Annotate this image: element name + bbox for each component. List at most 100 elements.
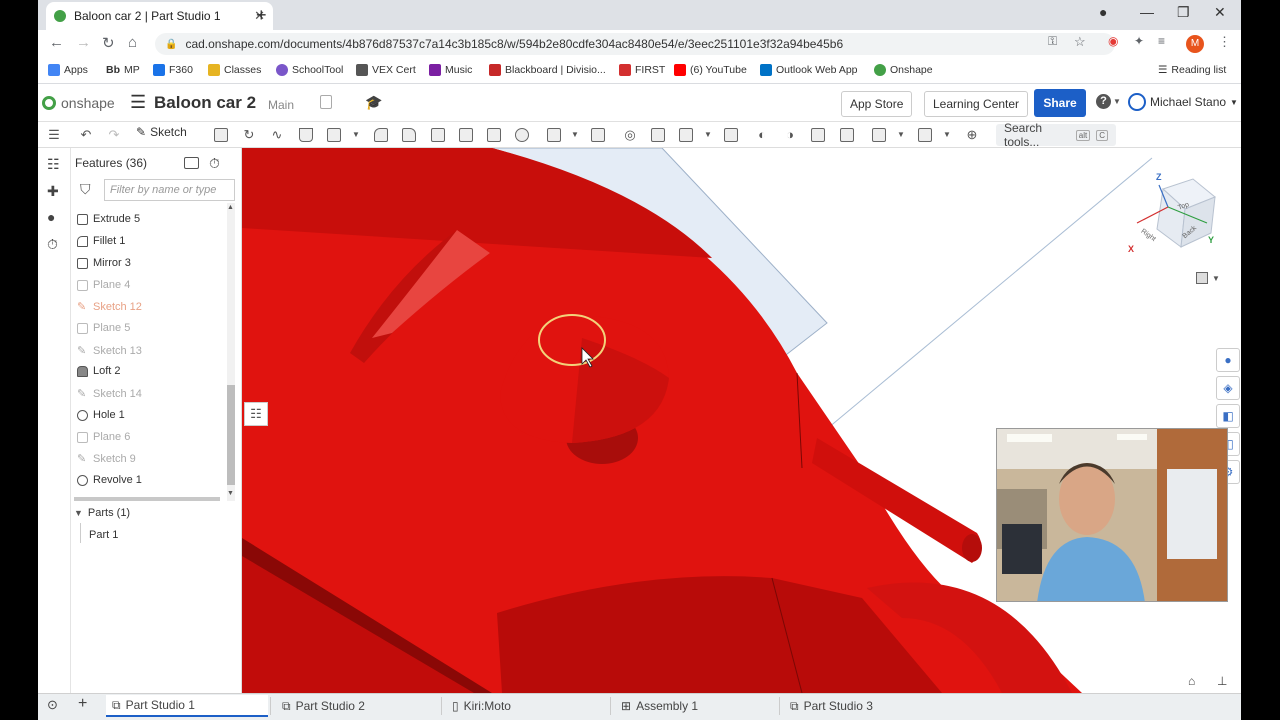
new-tab-button[interactable]: +	[256, 5, 267, 26]
bookmark-schooltool[interactable]: SchoolTool	[276, 64, 343, 76]
history-icon[interactable]: ⏱	[47, 236, 58, 253]
bookmark-apps[interactable]: Apps	[48, 64, 88, 76]
bookmark-youtube[interactable]: (6) YouTube	[674, 64, 747, 76]
redo-icon[interactable]: ↷	[106, 127, 122, 143]
sheet-metal-icon[interactable]: ◐	[754, 127, 770, 143]
feature-item[interactable]: Extrude 5	[77, 213, 140, 225]
feature-list-icon[interactable]: ☰	[46, 127, 62, 143]
feature-item[interactable]: Revolve 1	[77, 474, 142, 486]
draft-icon[interactable]	[431, 128, 445, 142]
thicken-dropdown-icon[interactable]: ▼	[348, 127, 364, 143]
search-tools-input[interactable]: Search tools... alt C	[996, 121, 1116, 149]
part-item[interactable]: Part 1	[89, 529, 118, 541]
bookmark-first[interactable]: FIRST	[619, 64, 665, 76]
media-control-icon[interactable]: ≡	[1158, 34, 1165, 48]
key-icon[interactable]: ⚿	[1048, 34, 1057, 49]
branch-label[interactable]: Main	[268, 98, 294, 112]
extension-icon[interactable]: ◉	[1108, 34, 1118, 48]
profile-avatar[interactable]: M	[1186, 35, 1204, 53]
pattern-dropdown-icon[interactable]: ▼	[567, 127, 583, 143]
extrude-icon[interactable]	[214, 128, 228, 142]
transform-dropdown-icon[interactable]: ▼	[700, 127, 716, 143]
add-folder-icon[interactable]	[184, 157, 199, 169]
feature-item[interactable]: Hole 1	[77, 409, 125, 421]
bookmark-classes[interactable]: Classes	[208, 64, 261, 76]
bookmark-mp[interactable]: Bb MP	[106, 64, 140, 76]
browser-tab[interactable]: Baloon car 2 | Part Studio 1 ✕	[46, 2, 273, 30]
forward-icon[interactable]: →	[76, 34, 91, 51]
axle-end[interactable]	[962, 534, 982, 562]
onshape-logo[interactable]: onshape	[42, 95, 115, 111]
appearance-panel-icon[interactable]: ●	[1216, 348, 1240, 372]
mirror-icon[interactable]	[591, 128, 605, 142]
comments-icon[interactable]: ●	[47, 209, 55, 225]
bookmark-f360[interactable]: F360	[153, 64, 193, 76]
parts-panel-icon[interactable]: ◈	[1216, 376, 1240, 400]
share-button[interactable]: Share	[1034, 89, 1086, 117]
variable-dropdown-icon[interactable]: ▼	[893, 127, 909, 143]
reload-icon[interactable]: ↻	[102, 34, 115, 52]
learning-center-button[interactable]: Learning Center	[924, 91, 1029, 117]
app-store-button[interactable]: App Store	[841, 91, 913, 117]
view-tabs-icon[interactable]: ⊙	[47, 697, 58, 713]
learning-cap-icon[interactable]: 🎓	[365, 94, 382, 111]
feature-item[interactable]: Plane 6	[77, 431, 130, 443]
graphics-viewport[interactable]	[242, 148, 1241, 693]
versions-icon[interactable]	[320, 95, 332, 109]
tab-assembly-1[interactable]: ⊞ Assembly 1	[615, 695, 777, 717]
model-canvas[interactable]	[242, 148, 1241, 693]
tab-part-studio-1[interactable]: ⧉ Part Studio 1	[106, 695, 268, 717]
bookmark-outlook[interactable]: Outlook Web App	[760, 64, 858, 76]
hole-icon[interactable]	[515, 128, 529, 142]
address-bar[interactable]: 🔒 cad.onshape.com/documents/4b876d87537c…	[155, 33, 1115, 55]
rib-icon[interactable]	[459, 128, 473, 142]
view-cube[interactable]	[1123, 167, 1233, 267]
linear-pattern-icon[interactable]	[547, 128, 561, 142]
sketch-button[interactable]: ✎ Sketch	[136, 125, 187, 139]
mate-connector-icon[interactable]	[840, 128, 854, 142]
add-tab-icon[interactable]: +	[78, 695, 87, 713]
feature-item[interactable]: Loft 2	[77, 365, 121, 377]
split-icon[interactable]	[651, 128, 665, 142]
tab-part-studio-3[interactable]: ⧉ Part Studio 3	[784, 695, 946, 717]
view-cube-dropdown[interactable]: ▼	[1196, 272, 1220, 284]
surface-icon[interactable]: ◑	[782, 127, 798, 143]
fillet-icon[interactable]	[374, 128, 388, 142]
measure-icon[interactable]	[918, 128, 932, 142]
tab-part-studio-2[interactable]: ⧉ Part Studio 2	[276, 695, 438, 717]
feature-item[interactable]: ✎ Sketch 13	[77, 344, 142, 358]
view-cube-svg[interactable]	[1123, 167, 1233, 267]
view-orientation-icon[interactable]: ⌂	[1188, 674, 1195, 688]
browser-menu-icon[interactable]: ⋮	[1218, 34, 1231, 50]
thicken-icon[interactable]	[327, 128, 341, 142]
minimize-button[interactable]: —	[1140, 4, 1154, 20]
scroll-down-icon[interactable]: ▼	[227, 490, 234, 497]
bookmark-star-icon[interactable]: ☆	[1074, 34, 1086, 50]
user-menu[interactable]: Michael Stano ▼	[1128, 93, 1238, 111]
add-custom-feature-icon[interactable]: ⊕	[964, 127, 980, 143]
tab-kiri-moto[interactable]: ▯ Kiri:Moto	[446, 695, 608, 717]
list-toggle-icon[interactable]: ☷	[244, 402, 268, 426]
feature-item[interactable]: ✎ Sketch 12	[77, 300, 142, 314]
feature-item[interactable]: ✎ Sketch 9	[77, 452, 136, 466]
plane-icon[interactable]	[811, 128, 825, 142]
loft-icon[interactable]	[299, 128, 313, 142]
undo-icon[interactable]: ↶	[78, 127, 94, 143]
filter-input[interactable]: Filter by name or type	[104, 179, 235, 201]
boolean-icon[interactable]: ◎	[622, 127, 638, 143]
measure-dropdown-icon[interactable]: ▼	[939, 127, 955, 143]
puzzle-extensions-icon[interactable]: ✦	[1134, 34, 1144, 48]
chamfer-icon[interactable]	[402, 128, 416, 142]
mass-props-icon[interactable]: ◧	[1216, 404, 1240, 428]
variable-icon[interactable]	[872, 128, 886, 142]
bookmark-blackboard[interactable]: Blackboard | Divisio...	[489, 64, 606, 76]
bookmark-music[interactable]: Music	[429, 64, 472, 76]
sweep-icon[interactable]: ∿	[269, 127, 285, 143]
parts-header[interactable]: ▼ Parts (1)	[74, 507, 130, 519]
media-icon[interactable]: ●	[1099, 4, 1107, 20]
insert-icon[interactable]: ✚	[47, 183, 59, 200]
feature-item[interactable]: Fillet 1	[77, 235, 125, 247]
bookmark-vex-cert[interactable]: VEX Cert	[356, 64, 416, 76]
feature-item[interactable]: ✎ Sketch 14	[77, 387, 142, 401]
back-icon[interactable]: ←	[49, 34, 64, 51]
